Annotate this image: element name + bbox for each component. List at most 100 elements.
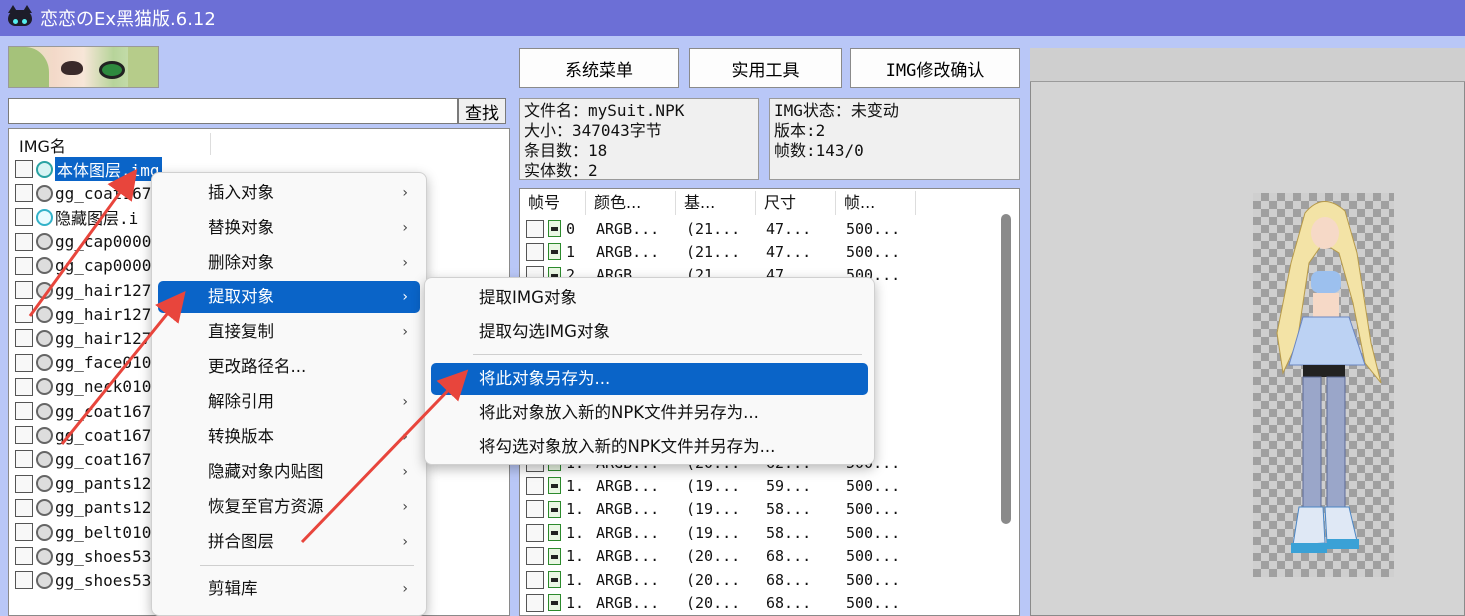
checkbox[interactable] (15, 523, 33, 541)
checkbox[interactable] (526, 500, 544, 519)
checkbox[interactable] (15, 256, 33, 275)
img-list-item[interactable]: gg_hair127 (15, 302, 151, 326)
frame-cell-idx: 1. (566, 500, 585, 519)
frame-cell-base: (19... (686, 476, 741, 495)
tools-button[interactable]: 实用工具 (689, 48, 842, 88)
column-header-frame[interactable]: 帧... (836, 191, 916, 215)
checkbox[interactable] (526, 547, 544, 566)
img-list-item[interactable]: gg_coat167 (15, 423, 151, 447)
submenu-item-save-checked-to-new-npk[interactable]: 将勾选对象放入新的NPK文件并另存为... (431, 431, 868, 463)
img-version: 版本:2 (774, 121, 826, 140)
img-list-item[interactable]: gg_cap0000 (15, 254, 151, 278)
column-header-frame-no[interactable]: 帧号 (520, 191, 586, 215)
cat-face-icon (36, 523, 53, 541)
checkbox[interactable] (526, 523, 544, 542)
img-list-item[interactable]: gg_face010 (15, 351, 151, 375)
context-menu-item[interactable]: 解除引用 › (158, 386, 420, 418)
checkbox[interactable] (15, 450, 33, 469)
checkbox[interactable] (15, 305, 33, 324)
img-info-box: IMG状态：未变动 版本:2 帧数:143/0 (769, 98, 1020, 180)
submenu-item-extract-checked-img[interactable]: 提取勾选IMG对象 (431, 316, 868, 348)
context-menu-item[interactable]: 提取对象 › (158, 281, 420, 313)
checkbox[interactable] (526, 593, 544, 612)
column-header-base[interactable]: 基... (676, 191, 756, 215)
img-list-item[interactable]: gg_shoes53 (15, 544, 151, 568)
checkbox[interactable] (15, 547, 33, 566)
frame-row[interactable]: 1. ARGB... (20... 68... 500... (526, 591, 996, 614)
frame-cell-idx: 1. (566, 476, 585, 495)
cat-face-icon (36, 329, 53, 347)
context-menu-item[interactable]: 隐藏对象内贴图 › (158, 456, 420, 488)
img-list-item[interactable]: gg_pants12 (15, 472, 151, 496)
img-name-column-header[interactable]: IMG名 (13, 133, 211, 156)
checkbox[interactable] (15, 184, 33, 203)
checkbox[interactable] (15, 160, 33, 178)
submenu-item-extract-img[interactable]: 提取IMG对象 (431, 282, 868, 314)
img-list-item[interactable]: 隐藏图层.i (15, 205, 138, 229)
img-list-item[interactable]: gg_coat167 (15, 447, 151, 471)
checkbox[interactable] (15, 232, 33, 251)
search-input[interactable] (8, 98, 458, 124)
frame-cell-size: 58... (766, 500, 812, 519)
frame-row[interactable]: 1. ARGB... (20... 68... 500... (526, 568, 996, 591)
frame-row[interactable]: 1. ARGB... (19... 58... 500... (526, 498, 996, 521)
chevron-right-icon: › (402, 220, 408, 236)
cat-face-icon (36, 475, 53, 493)
img-list-item[interactable]: gg_coat167 (15, 181, 151, 205)
checkbox[interactable] (526, 219, 544, 238)
checkbox[interactable] (15, 353, 33, 372)
checkbox[interactable] (526, 570, 544, 589)
checkbox[interactable] (15, 377, 33, 396)
context-menu-item[interactable]: 转换版本 › (158, 421, 420, 453)
checkbox[interactable] (526, 242, 544, 261)
checkbox[interactable] (15, 474, 33, 493)
search-button[interactable]: 查找 (458, 98, 506, 124)
context-menu-item-label: 替换对象 (208, 218, 274, 237)
img-list-item[interactable]: gg_coat167 (15, 399, 151, 423)
img-confirm-button[interactable]: IMG修改确认 (850, 48, 1020, 88)
frame-row[interactable]: 1. ARGB... (19... 59... 500... (526, 474, 996, 497)
frame-file-icon (548, 220, 561, 237)
frame-row[interactable]: 1. ARGB... (20... 68... 500... (526, 545, 996, 568)
img-list-item[interactable]: 本体图层.img (15, 157, 162, 181)
checkbox[interactable] (15, 402, 33, 420)
cat-face-icon (36, 450, 53, 468)
img-list-item[interactable]: gg_belt010 (15, 520, 151, 544)
checkbox[interactable] (15, 498, 33, 517)
cat-face-icon (36, 547, 53, 565)
submenu-item-save-to-new-npk[interactable]: 将此对象放入新的NPK文件并另存为... (431, 397, 868, 429)
checkbox[interactable] (526, 476, 544, 495)
img-list-item[interactable]: gg_neck010 (15, 375, 151, 399)
img-list-item[interactable]: gg_hair127 (15, 278, 151, 302)
context-menu-item[interactable]: 删除对象 › (158, 247, 420, 279)
context-menu-item[interactable]: 拼合图层 › (158, 526, 420, 558)
checkbox[interactable] (15, 208, 33, 227)
checkbox[interactable] (15, 426, 33, 445)
column-header-size[interactable]: 尺寸 (756, 191, 836, 215)
img-list-item[interactable]: gg_shoes53 (15, 568, 151, 592)
frame-cell-frame: 500... (846, 476, 901, 495)
chevron-right-icon: › (402, 394, 408, 410)
checkbox[interactable] (15, 571, 33, 590)
checkbox[interactable] (15, 281, 33, 299)
column-header-color[interactable]: 颜色... (586, 191, 676, 215)
context-menu-item[interactable]: 恢复至官方资源 › (158, 491, 420, 523)
frame-cell-size: 47... (766, 219, 812, 238)
context-menu-item[interactable]: 直接复制 › (158, 316, 420, 348)
submenu-item-save-as[interactable]: 将此对象另存为... (431, 363, 868, 395)
img-list-item[interactable]: gg_hair127 (15, 326, 151, 350)
context-menu-item[interactable]: 剪辑库 › (158, 573, 420, 605)
img-list-item[interactable]: gg_cap0000 (15, 230, 151, 254)
frame-table-scrollbar[interactable] (1001, 214, 1011, 524)
system-menu-button[interactable]: 系统菜单 (519, 48, 679, 88)
frame-cell-color: ARGB... (596, 242, 660, 261)
frame-row[interactable]: 1. ARGB... (19... 58... 500... (526, 521, 996, 544)
frame-cell-color: ARGB... (596, 523, 660, 542)
img-list-item[interactable]: gg_pants12 (15, 496, 151, 520)
context-menu-item[interactable]: 更改路径名... (158, 351, 420, 383)
checkbox[interactable] (15, 329, 33, 348)
frame-row[interactable]: 1 ARGB... (21... 47... 500... (526, 240, 996, 263)
context-menu-item[interactable]: 替换对象 › (158, 212, 420, 244)
frame-row[interactable]: 0 ARGB... (21... 47... 500... (526, 217, 996, 240)
context-menu-item[interactable]: 插入对象 › (158, 177, 420, 209)
